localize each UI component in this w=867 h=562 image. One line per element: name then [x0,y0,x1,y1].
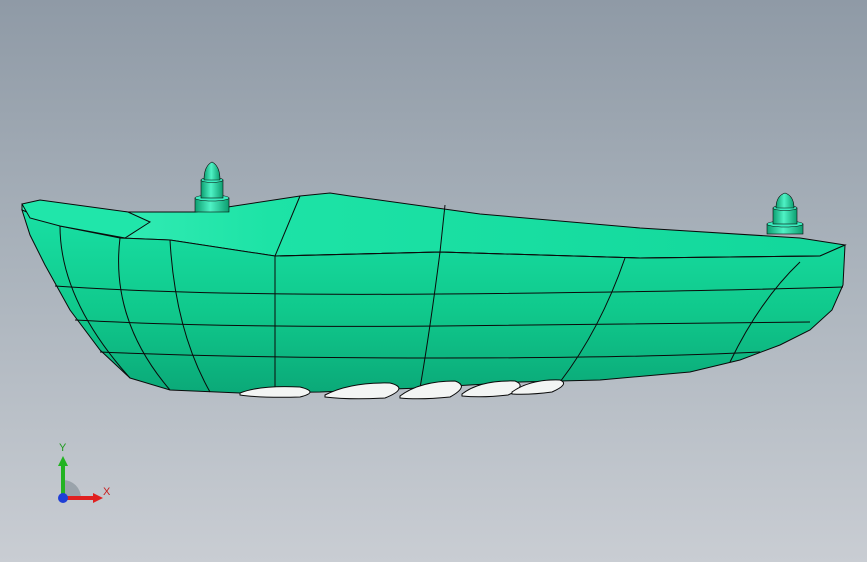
x-axis-label: X [103,486,111,498]
graphics-viewport[interactable]: Y X [0,0,867,562]
reference-triad: Y X [48,440,118,510]
z-axis-dot [58,493,68,503]
mooring-post-rear[interactable] [766,192,804,235]
mooring-post-front[interactable] [194,161,230,213]
y-axis-label: Y [59,442,67,454]
hull-model[interactable] [0,0,867,562]
